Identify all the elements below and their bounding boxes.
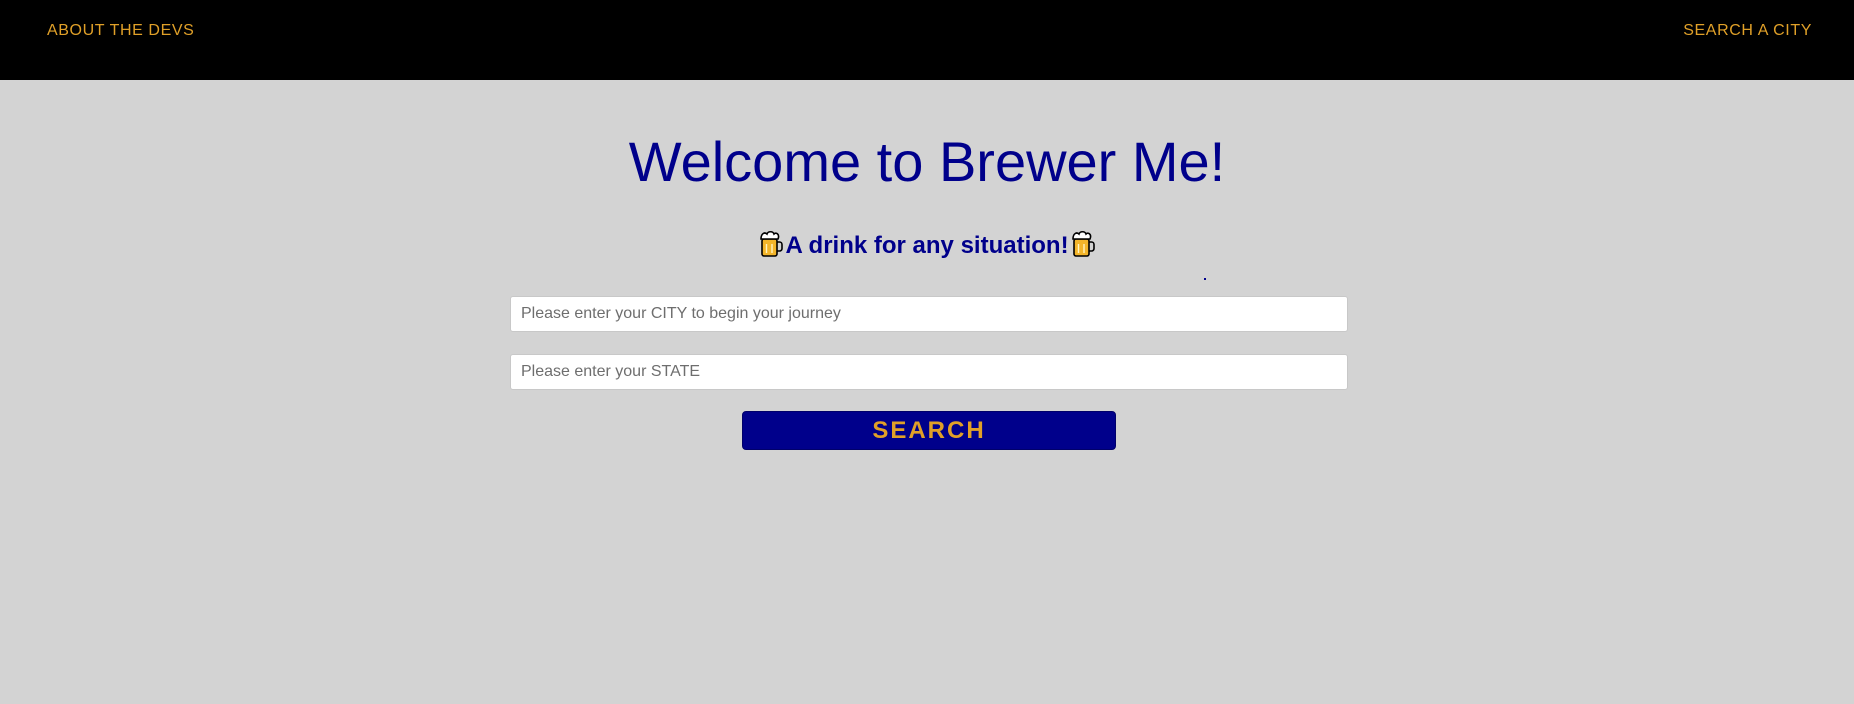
search-a-city-link[interactable]: SEARCH A CITY [1683,22,1812,40]
tagline-text: A drink for any situation! [785,232,1069,259]
about-the-devs-link[interactable]: ABOUT THE DEVS [47,22,194,40]
decorative-dot [1204,278,1206,280]
state-input[interactable] [510,354,1348,390]
top-navbar: ABOUT THE DEVS SEARCH A CITY [0,0,1854,80]
city-input[interactable] [510,296,1348,332]
beer-mug-icon [759,230,784,258]
tagline: A drink for any situation! [0,229,1854,263]
beer-mug-icon [1071,230,1095,258]
page-title: Welcome to Brewer Me! [628,130,1226,193]
search-button[interactable]: SEARCH [742,411,1116,450]
